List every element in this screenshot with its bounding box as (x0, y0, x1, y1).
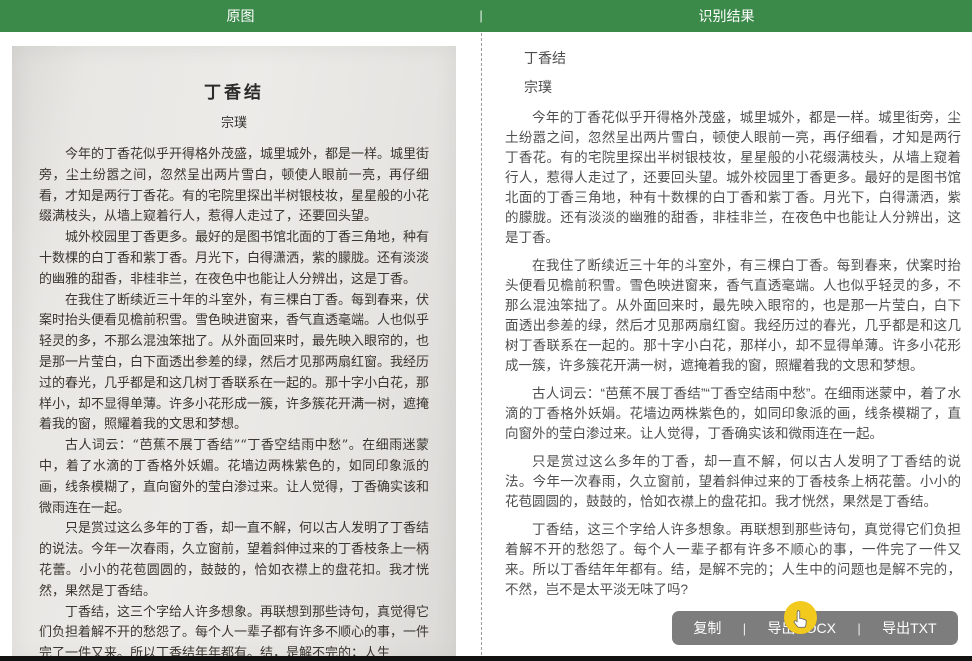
toolbar-divider: | (857, 621, 860, 636)
click-highlight (784, 601, 817, 634)
ocr-app-window: 原图 | 识别结果 丁香结 宗璞 今年的丁香花似乎开得格外茂盛，城里城外，都是一… (0, 0, 972, 661)
original-pane-header: 原图 (0, 6, 481, 26)
scan-essay-author: 宗璞 (39, 112, 429, 131)
result-pane-header: 识别结果 (481, 6, 972, 26)
scan-paragraph: 今年的丁香花似乎开得格外茂盛，城里城外，都是一样。城里街旁，尘土纷嚣之间，忽然呈… (39, 145, 429, 228)
result-paragraph: 古人词云：“芭蕉不展丁香结”“丁香空结雨中愁”。在细雨迷蒙中，着了水滴的丁香格外… (505, 384, 961, 444)
hand-cursor-icon (791, 605, 810, 630)
panel-divider (481, 33, 482, 655)
result-text[interactable]: 今年的丁香花似乎开得格外茂盛，城里城外，都是一样。城里街旁，尘土纷嚣之间，忽然呈… (505, 108, 961, 600)
export-txt-button[interactable]: 导出TXT (878, 618, 940, 638)
result-paragraph: 丁香结，这三个字给人许多想象。再联想到那些诗句，真觉得它们负担着解不开的愁怨了。… (505, 520, 961, 600)
result-essay-title: 丁香结 (505, 48, 961, 68)
result-paragraph: 只是赏过这么多年的丁香，却一直不解，何以古人发明了丁香结的说法。今年一次春雨，久… (505, 452, 961, 512)
result-paragraph: 在我住了断续近三十年的斗室外，有三棵白丁香。每到春来，伏案时抬头便看见檐前积雪。… (505, 256, 961, 376)
toolbar-divider: | (743, 621, 746, 636)
original-image-label: 原图 (227, 6, 255, 26)
original-image-panel: 丁香结 宗璞 今年的丁香花似乎开得格外茂盛，城里城外，都是一样。城里街旁，尘土纷… (12, 46, 456, 661)
scan-paragraph: 只是赏过这么多年的丁香，却一直不解，何以古人发明了丁香结的说法。今年一次春雨，久… (39, 519, 429, 602)
scanned-page: 丁香结 宗璞 今年的丁香花似乎开得格外茂盛，城里城外，都是一样。城里街旁，尘土纷… (12, 46, 456, 661)
scan-paragraph: 在我住了断续近三十年的斗室外，有三棵白丁香。每到春来，伏案时抬头便看见檐前积雪。… (39, 291, 429, 437)
ocr-result-panel[interactable]: 丁香结 宗璞 今年的丁香花似乎开得格外茂盛，城里城外，都是一样。城里街旁，尘土纷… (505, 40, 961, 608)
scan-essay-title: 丁香结 (39, 78, 429, 103)
scan-essay-body: 今年的丁香花似乎开得格外茂盛，城里城外，都是一样。城里街旁，尘土纷嚣之间，忽然呈… (39, 145, 429, 661)
result-paragraph: 今年的丁香花似乎开得格外茂盛，城里城外，都是一样。城里街旁，尘土纷嚣之间，忽然呈… (505, 108, 961, 248)
recognition-result-label: 识别结果 (699, 6, 755, 26)
result-essay-author: 宗璞 (505, 77, 961, 97)
scan-paragraph: 丁香结，这三个字给人许多想象。再联想到那些诗句，真觉得它们负担着解不开的愁怨了。… (39, 603, 429, 661)
top-header: 原图 | 识别结果 (0, 0, 972, 32)
scan-paragraph: 古人词云：“芭蕉不展丁香结”“丁香空结雨中愁”。在细雨迷蒙中，着了水滴的丁香格外… (39, 436, 429, 519)
scan-paragraph: 城外校园里丁香更多。最好的是图书馆北面的丁香三角地，种有十数棵的白丁香和紫丁香。… (39, 228, 429, 290)
bottom-edge-strip (0, 656, 972, 661)
copy-button[interactable]: 复制 (689, 618, 725, 638)
